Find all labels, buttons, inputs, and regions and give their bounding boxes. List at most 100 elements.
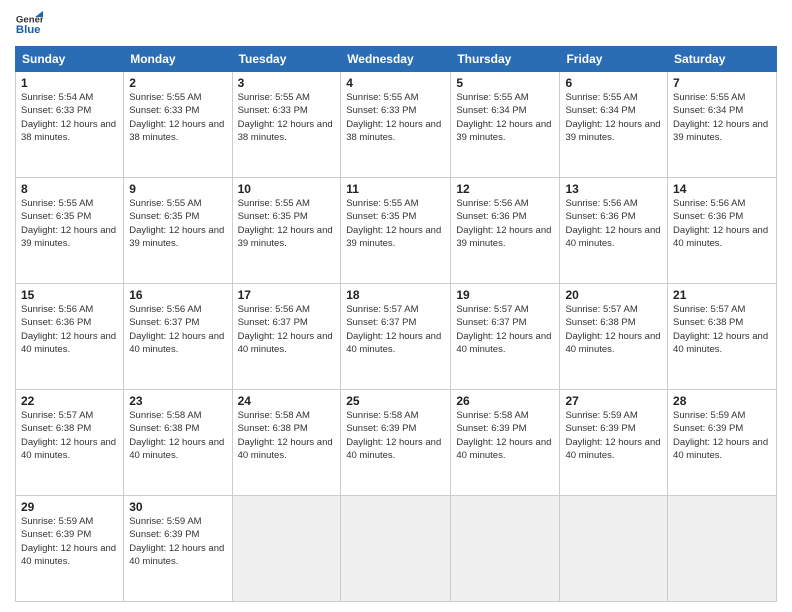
day-info: Sunrise: 5:56 AM Sunset: 6:36 PM Dayligh… [21, 303, 118, 356]
calendar-week-row: 15 Sunrise: 5:56 AM Sunset: 6:36 PM Dayl… [16, 284, 777, 390]
day-info: Sunrise: 5:59 AM Sunset: 6:39 PM Dayligh… [673, 409, 771, 462]
day-number: 7 [673, 76, 771, 90]
calendar-cell [668, 496, 777, 602]
calendar-cell: 22 Sunrise: 5:57 AM Sunset: 6:38 PM Dayl… [16, 390, 124, 496]
calendar-cell [560, 496, 668, 602]
calendar-cell [341, 496, 451, 602]
day-number: 1 [21, 76, 118, 90]
calendar-cell: 12 Sunrise: 5:56 AM Sunset: 6:36 PM Dayl… [451, 178, 560, 284]
day-number: 18 [346, 288, 445, 302]
day-number: 17 [238, 288, 336, 302]
day-info: Sunrise: 5:55 AM Sunset: 6:34 PM Dayligh… [456, 91, 554, 144]
calendar-cell: 10 Sunrise: 5:55 AM Sunset: 6:35 PM Dayl… [232, 178, 341, 284]
day-info: Sunrise: 5:56 AM Sunset: 6:36 PM Dayligh… [456, 197, 554, 250]
calendar-cell: 8 Sunrise: 5:55 AM Sunset: 6:35 PM Dayli… [16, 178, 124, 284]
calendar-cell: 13 Sunrise: 5:56 AM Sunset: 6:36 PM Dayl… [560, 178, 668, 284]
day-info: Sunrise: 5:59 AM Sunset: 6:39 PM Dayligh… [129, 515, 226, 568]
day-number: 29 [21, 500, 118, 514]
calendar-cell: 28 Sunrise: 5:59 AM Sunset: 6:39 PM Dayl… [668, 390, 777, 496]
day-number: 2 [129, 76, 226, 90]
day-info: Sunrise: 5:55 AM Sunset: 6:35 PM Dayligh… [129, 197, 226, 250]
day-info: Sunrise: 5:55 AM Sunset: 6:35 PM Dayligh… [238, 197, 336, 250]
day-info: Sunrise: 5:58 AM Sunset: 6:38 PM Dayligh… [238, 409, 336, 462]
weekday-header-row: SundayMondayTuesdayWednesdayThursdayFrid… [16, 47, 777, 72]
calendar-cell: 2 Sunrise: 5:55 AM Sunset: 6:33 PM Dayli… [124, 72, 232, 178]
calendar-cell: 9 Sunrise: 5:55 AM Sunset: 6:35 PM Dayli… [124, 178, 232, 284]
day-info: Sunrise: 5:59 AM Sunset: 6:39 PM Dayligh… [565, 409, 662, 462]
day-number: 11 [346, 182, 445, 196]
day-info: Sunrise: 5:57 AM Sunset: 6:38 PM Dayligh… [673, 303, 771, 356]
calendar-cell: 16 Sunrise: 5:56 AM Sunset: 6:37 PM Dayl… [124, 284, 232, 390]
calendar-table: SundayMondayTuesdayWednesdayThursdayFrid… [15, 46, 777, 602]
day-number: 15 [21, 288, 118, 302]
calendar-cell: 20 Sunrise: 5:57 AM Sunset: 6:38 PM Dayl… [560, 284, 668, 390]
day-number: 20 [565, 288, 662, 302]
calendar-cell: 25 Sunrise: 5:58 AM Sunset: 6:39 PM Dayl… [341, 390, 451, 496]
calendar-cell: 3 Sunrise: 5:55 AM Sunset: 6:33 PM Dayli… [232, 72, 341, 178]
day-number: 28 [673, 394, 771, 408]
day-number: 27 [565, 394, 662, 408]
calendar-cell: 30 Sunrise: 5:59 AM Sunset: 6:39 PM Dayl… [124, 496, 232, 602]
calendar-cell [451, 496, 560, 602]
day-info: Sunrise: 5:58 AM Sunset: 6:39 PM Dayligh… [346, 409, 445, 462]
calendar-cell: 7 Sunrise: 5:55 AM Sunset: 6:34 PM Dayli… [668, 72, 777, 178]
calendar-cell: 1 Sunrise: 5:54 AM Sunset: 6:33 PM Dayli… [16, 72, 124, 178]
svg-text:Blue: Blue [16, 24, 41, 36]
day-info: Sunrise: 5:58 AM Sunset: 6:38 PM Dayligh… [129, 409, 226, 462]
calendar-cell: 11 Sunrise: 5:55 AM Sunset: 6:35 PM Dayl… [341, 178, 451, 284]
weekday-header-sunday: Sunday [16, 47, 124, 72]
day-info: Sunrise: 5:55 AM Sunset: 6:33 PM Dayligh… [129, 91, 226, 144]
day-info: Sunrise: 5:57 AM Sunset: 6:37 PM Dayligh… [456, 303, 554, 356]
weekday-header-thursday: Thursday [451, 47, 560, 72]
page-header: General Blue [15, 10, 777, 38]
calendar-cell: 17 Sunrise: 5:56 AM Sunset: 6:37 PM Dayl… [232, 284, 341, 390]
day-number: 4 [346, 76, 445, 90]
day-number: 19 [456, 288, 554, 302]
day-number: 9 [129, 182, 226, 196]
day-number: 10 [238, 182, 336, 196]
day-number: 21 [673, 288, 771, 302]
calendar-cell: 19 Sunrise: 5:57 AM Sunset: 6:37 PM Dayl… [451, 284, 560, 390]
day-info: Sunrise: 5:56 AM Sunset: 6:36 PM Dayligh… [565, 197, 662, 250]
day-info: Sunrise: 5:57 AM Sunset: 6:37 PM Dayligh… [346, 303, 445, 356]
weekday-header-saturday: Saturday [668, 47, 777, 72]
logo: General Blue [15, 10, 43, 38]
calendar-cell: 14 Sunrise: 5:56 AM Sunset: 6:36 PM Dayl… [668, 178, 777, 284]
calendar-cell: 21 Sunrise: 5:57 AM Sunset: 6:38 PM Dayl… [668, 284, 777, 390]
day-number: 12 [456, 182, 554, 196]
calendar-week-row: 29 Sunrise: 5:59 AM Sunset: 6:39 PM Dayl… [16, 496, 777, 602]
day-number: 14 [673, 182, 771, 196]
day-info: Sunrise: 5:55 AM Sunset: 6:35 PM Dayligh… [346, 197, 445, 250]
calendar-week-row: 1 Sunrise: 5:54 AM Sunset: 6:33 PM Dayli… [16, 72, 777, 178]
calendar-cell: 6 Sunrise: 5:55 AM Sunset: 6:34 PM Dayli… [560, 72, 668, 178]
calendar-cell: 18 Sunrise: 5:57 AM Sunset: 6:37 PM Dayl… [341, 284, 451, 390]
day-number: 30 [129, 500, 226, 514]
calendar-cell: 5 Sunrise: 5:55 AM Sunset: 6:34 PM Dayli… [451, 72, 560, 178]
day-number: 22 [21, 394, 118, 408]
calendar-week-row: 8 Sunrise: 5:55 AM Sunset: 6:35 PM Dayli… [16, 178, 777, 284]
day-number: 16 [129, 288, 226, 302]
day-number: 3 [238, 76, 336, 90]
calendar-page: General Blue SundayMondayTuesdayWednesda… [0, 0, 792, 612]
calendar-cell: 24 Sunrise: 5:58 AM Sunset: 6:38 PM Dayl… [232, 390, 341, 496]
day-number: 8 [21, 182, 118, 196]
day-number: 25 [346, 394, 445, 408]
day-number: 23 [129, 394, 226, 408]
day-info: Sunrise: 5:56 AM Sunset: 6:37 PM Dayligh… [238, 303, 336, 356]
day-number: 26 [456, 394, 554, 408]
calendar-cell: 23 Sunrise: 5:58 AM Sunset: 6:38 PM Dayl… [124, 390, 232, 496]
day-number: 6 [565, 76, 662, 90]
calendar-cell: 15 Sunrise: 5:56 AM Sunset: 6:36 PM Dayl… [16, 284, 124, 390]
calendar-cell [232, 496, 341, 602]
day-info: Sunrise: 5:57 AM Sunset: 6:38 PM Dayligh… [21, 409, 118, 462]
day-info: Sunrise: 5:58 AM Sunset: 6:39 PM Dayligh… [456, 409, 554, 462]
day-info: Sunrise: 5:54 AM Sunset: 6:33 PM Dayligh… [21, 91, 118, 144]
calendar-cell: 27 Sunrise: 5:59 AM Sunset: 6:39 PM Dayl… [560, 390, 668, 496]
day-info: Sunrise: 5:59 AM Sunset: 6:39 PM Dayligh… [21, 515, 118, 568]
logo-icon: General Blue [15, 10, 43, 38]
day-info: Sunrise: 5:57 AM Sunset: 6:38 PM Dayligh… [565, 303, 662, 356]
calendar-week-row: 22 Sunrise: 5:57 AM Sunset: 6:38 PM Dayl… [16, 390, 777, 496]
weekday-header-monday: Monday [124, 47, 232, 72]
weekday-header-wednesday: Wednesday [341, 47, 451, 72]
day-number: 5 [456, 76, 554, 90]
